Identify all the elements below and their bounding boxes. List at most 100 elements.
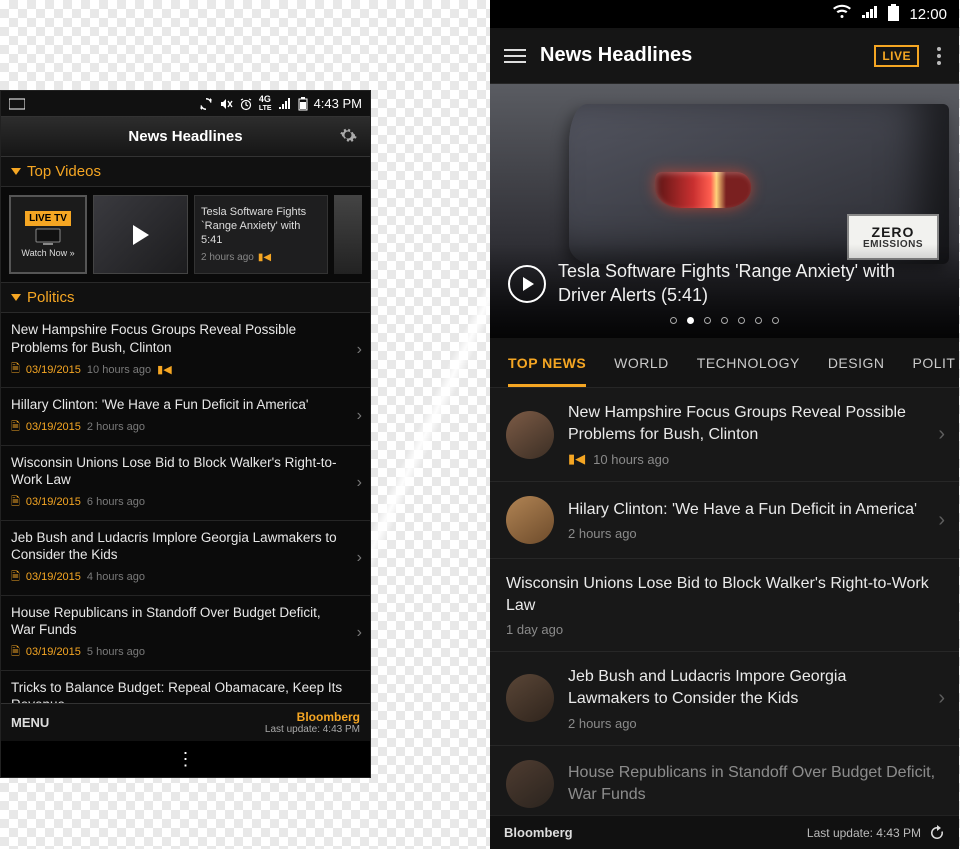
app-header: News Headlines LIVE [490,28,959,84]
clock-text: 4:43 PM [314,96,362,111]
divider-graphic [370,0,490,849]
video-title: Tesla Software Fights `Range Anxiety' wi… [201,206,321,247]
overflow-button[interactable] [933,47,945,65]
list-item[interactable]: Wisconsin Unions Lose Bid to Block Walke… [490,559,959,652]
live-button[interactable]: LIVE [874,45,919,67]
chevron-right-icon: › [357,407,362,425]
screen-title: News Headlines [128,128,242,145]
tab-technology[interactable]: TECHNOLOGY [697,339,800,387]
section-label: Top Videos [27,163,101,180]
headline: House Republicans in Standoff Over Budge… [568,762,945,805]
footer-bar: MENU Bloomberg Last update: 4:43 PM [1,703,370,741]
watch-now-label: Watch Now » [21,248,74,258]
list-item[interactable]: House Republicans in Standoff Over Budge… [490,746,959,815]
list-item[interactable]: Jeb Bush and Ludacris Implore Georgia La… [1,521,370,596]
chevron-right-icon: › [357,474,362,492]
list-item[interactable]: Jeb Bush and Ludacris Impore Georgia Law… [490,652,959,745]
signal-icon [278,98,292,110]
status-bar: 12:00 [490,0,959,28]
section-label: Politics [27,289,75,306]
menu-button[interactable] [504,49,526,63]
doc-icon: 🗎 [11,418,20,437]
headline: Hillary Clinton: 'We Have a Fun Deficit … [11,396,344,414]
tv-icon [34,228,62,246]
camera-icon: ▮◀ [568,451,585,467]
ago: 6 hours ago [87,496,145,508]
ago: 10 hours ago [593,452,669,467]
hero-overlay: Tesla Software Fights 'Range Anxiety' wi… [490,244,959,338]
chevron-right-icon: › [938,423,945,446]
notification-icon [9,98,25,110]
tab-design[interactable]: DESIGN [828,339,885,387]
chevron-right-icon: › [357,341,362,359]
new-app-screen: 12:00 News Headlines LIVE ZERO EMISSIONS… [490,0,959,849]
menu-button[interactable]: MENU [11,715,49,730]
hero-carousel[interactable]: ZERO EMISSIONS Tesla Software Fights 'Ra… [490,84,959,338]
last-update: Last update: 4:43 PM [807,826,921,840]
story-thumb [506,496,554,544]
brand-label: Bloomberg [265,710,360,724]
list-item[interactable]: Hillary Clinton: 'We Have a Fun Deficit … [1,388,370,446]
chevron-right-icon: › [938,509,945,532]
list-item[interactable]: New Hampshire Focus Groups Reveal Possib… [490,388,959,482]
camera-icon: ▮◀ [258,252,271,263]
date: 03/19/2015 [26,421,81,433]
video-thumb-1[interactable] [93,195,188,274]
list-item[interactable]: Tricks to Balance Budget: Repeal Obamaca… [1,671,370,703]
battery-icon [298,97,308,111]
chevron-right-icon: › [357,624,362,642]
last-update: Last update: 4:43 PM [265,724,360,735]
wifi-icon [832,4,852,24]
story-thumb [506,674,554,722]
doc-icon: 🗎 [11,360,20,379]
date: 03/19/2015 [26,571,81,583]
list-item[interactable]: Hilary Clinton: 'We Have a Fun Deficit i… [490,482,959,559]
article-list: New Hampshire Focus Groups Reveal Possib… [1,313,370,703]
ago: 5 hours ago [87,646,145,658]
headline: Jeb Bush and Ludacris Implore Georgia La… [11,529,344,564]
settings-button[interactable] [338,125,358,148]
ago: 10 hours ago [87,364,151,376]
headline: Wisconsin Unions Lose Bid to Block Walke… [11,454,344,489]
play-icon [133,225,149,245]
clock-text: 12:00 [909,6,947,23]
headline: House Republicans in Standoff Over Budge… [11,604,344,639]
play-button[interactable] [508,265,546,303]
date: 03/19/2015 [26,646,81,658]
plate-line-1: ZERO [872,225,915,239]
mute-icon [219,97,233,111]
story-thumb [506,411,554,459]
live-tv-card[interactable]: LIVE TV Watch Now » [9,195,87,274]
list-item[interactable]: New Hampshire Focus Groups Reveal Possib… [1,313,370,388]
tab-top-news[interactable]: TOP NEWS [508,339,586,387]
article-list: New Hampshire Focus Groups Reveal Possib… [490,388,959,815]
headline: New Hampshire Focus Groups Reveal Possib… [11,321,344,356]
carousel-pager[interactable] [670,317,779,326]
date: 03/19/2015 [26,364,81,376]
disclosure-icon [11,294,21,301]
doc-icon: 🗎 [11,493,20,512]
headline: Wisconsin Unions Lose Bid to Block Walke… [506,573,945,616]
battery-icon [888,4,899,25]
top-videos-row: LIVE TV Watch Now » Tesla Software Fight… [1,187,370,283]
video-thumb-3[interactable] [334,195,362,274]
ago: 1 day ago [506,622,563,637]
refresh-button[interactable] [929,825,945,841]
hero-caption: Tesla Software Fights 'Range Anxiety' wi… [558,260,941,307]
ago: 2 hours ago [87,421,145,433]
nav-overflow[interactable]: ⋮ [1,741,370,777]
video-ago: 2 hours ago [201,252,254,263]
category-tabs: TOP NEWS WORLD TECHNOLOGY DESIGN POLIT [490,338,959,388]
tab-world[interactable]: WORLD [614,339,669,387]
date: 03/19/2015 [26,496,81,508]
section-top-videos[interactable]: Top Videos [1,157,370,187]
footer-bar: Bloomberg Last update: 4:43 PM [490,815,959,849]
list-item[interactable]: House Republicans in Standoff Over Budge… [1,596,370,671]
headline: Tricks to Balance Budget: Repeal Obamaca… [11,679,344,703]
section-politics[interactable]: Politics [1,283,370,313]
tab-politics[interactable]: POLIT [913,339,956,387]
headline: Hilary Clinton: 'We Have a Fun Deficit i… [568,499,924,521]
list-item[interactable]: Wisconsin Unions Lose Bid to Block Walke… [1,446,370,521]
headline: Jeb Bush and Ludacris Impore Georgia Law… [568,666,924,709]
video-thumb-2[interactable]: Tesla Software Fights `Range Anxiety' wi… [194,195,328,274]
